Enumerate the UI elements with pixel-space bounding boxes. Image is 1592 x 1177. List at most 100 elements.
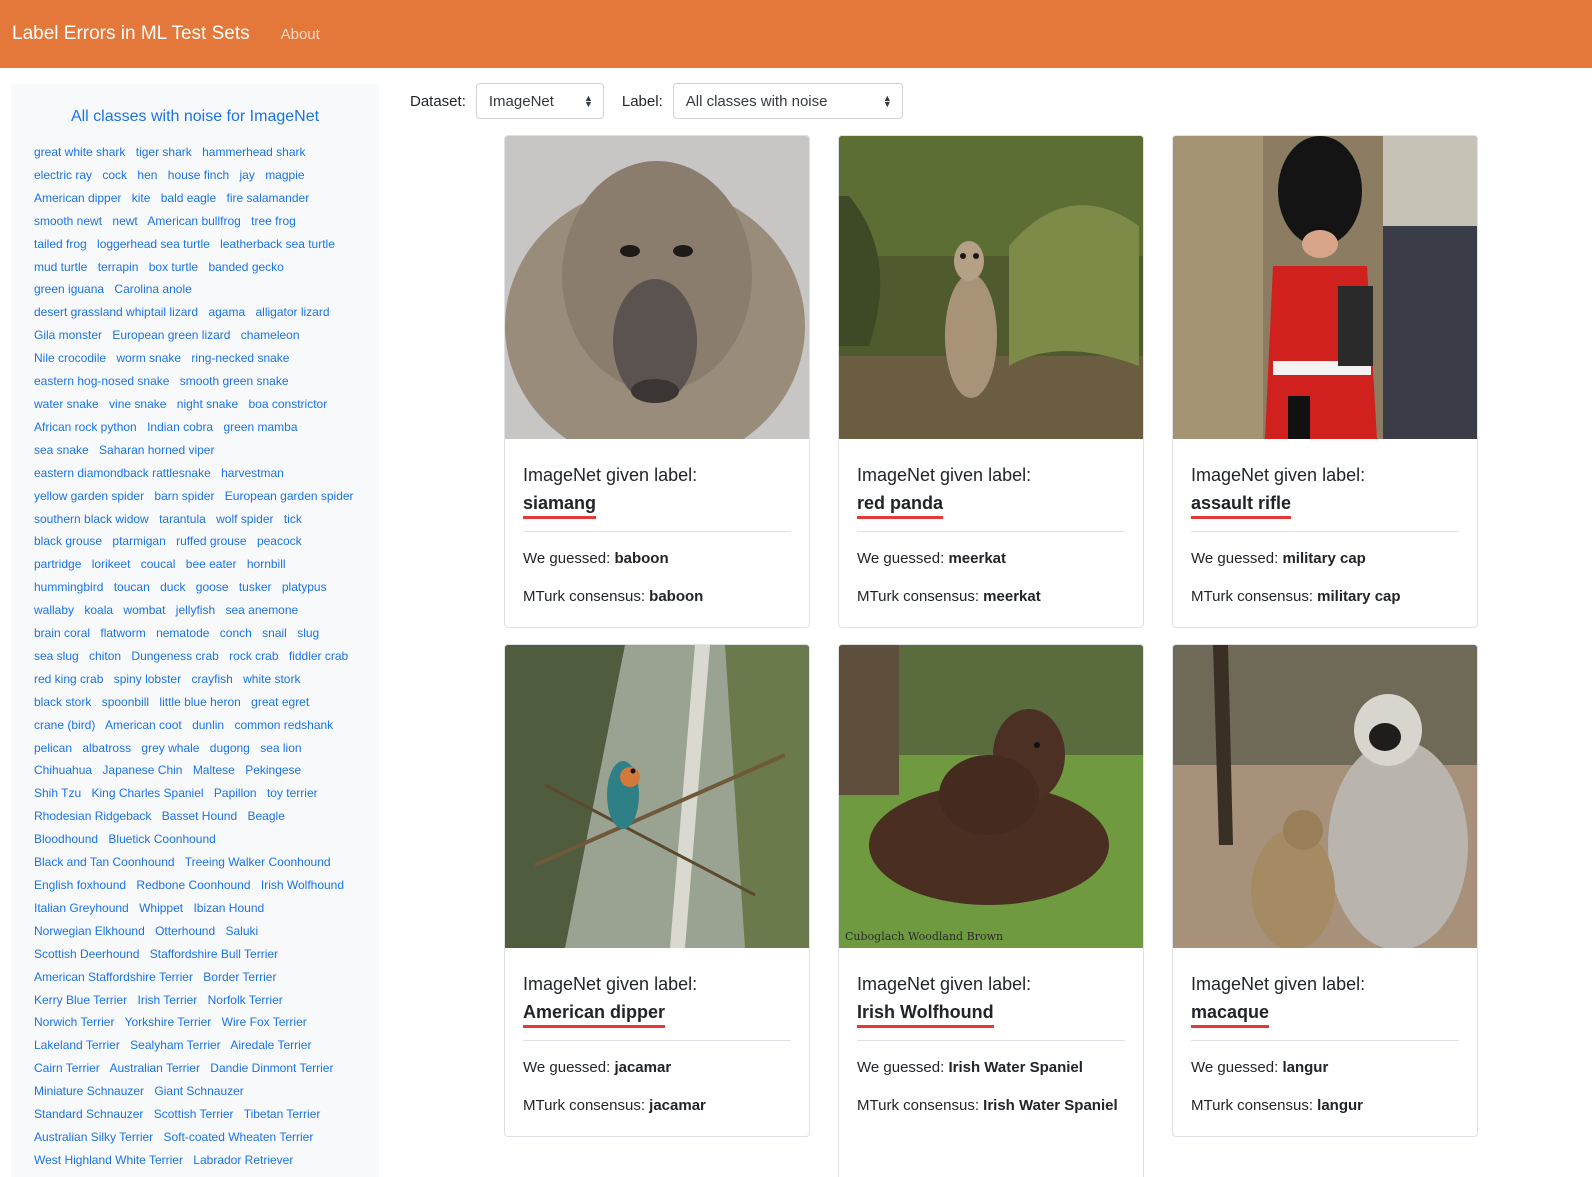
class-link[interactable]: American bullfrog (147, 214, 240, 228)
class-link[interactable]: tarantula (159, 512, 206, 526)
class-link[interactable]: platypus (282, 580, 327, 594)
dataset-select[interactable]: ImageNet ▲ ▼ (475, 83, 604, 119)
class-link[interactable]: Standard Schnauzer (34, 1107, 143, 1121)
class-link[interactable]: tick (284, 512, 302, 526)
class-link[interactable]: great white shark (34, 145, 125, 159)
class-link[interactable]: Whippet (139, 901, 183, 915)
class-link[interactable]: Carolina anole (114, 282, 191, 296)
class-link[interactable]: green mamba (223, 420, 297, 434)
class-link[interactable]: box turtle (149, 260, 198, 274)
class-link[interactable]: dunlin (192, 718, 224, 732)
class-link[interactable]: fiddler crab (289, 649, 348, 663)
class-link[interactable]: English foxhound (34, 878, 126, 892)
class-link[interactable]: West Highland White Terrier (34, 1153, 183, 1167)
class-link[interactable]: newt (112, 214, 137, 228)
class-link[interactable]: kite (132, 191, 151, 205)
class-link[interactable]: albatross (82, 741, 131, 755)
class-link[interactable]: Otterhound (155, 924, 215, 938)
class-link[interactable]: Indian cobra (147, 420, 213, 434)
class-link[interactable]: sea lion (260, 741, 301, 755)
class-link[interactable]: Airedale Terrier (230, 1038, 311, 1052)
class-link[interactable]: jellyfish (176, 603, 215, 617)
brand-link[interactable]: Label Errors in ML Test Sets (12, 23, 250, 45)
class-link[interactable]: alligator lizard (255, 305, 329, 319)
class-link[interactable]: Kerry Blue Terrier (34, 993, 127, 1007)
class-link[interactable]: wallaby (34, 603, 74, 617)
class-link[interactable]: sea anemone (225, 603, 298, 617)
class-link[interactable]: red king crab (34, 672, 103, 686)
class-link[interactable]: European green lizard (112, 328, 230, 342)
class-link[interactable]: peacock (257, 534, 302, 548)
class-link[interactable]: hornbill (247, 557, 286, 571)
class-link[interactable]: chameleon (241, 328, 300, 342)
class-link[interactable]: Lakeland Terrier (34, 1038, 120, 1052)
class-link[interactable]: Saluki (225, 924, 258, 938)
class-link[interactable]: tusker (239, 580, 272, 594)
class-link[interactable]: white stork (243, 672, 300, 686)
class-link[interactable]: mud turtle (34, 260, 87, 274)
class-link[interactable]: magpie (265, 168, 304, 182)
class-link[interactable]: European garden spider (225, 489, 354, 503)
class-link[interactable]: boa constrictor (249, 397, 328, 411)
class-link[interactable]: Treeing Walker Coonhound (185, 855, 331, 869)
class-link[interactable]: Chihuahua (34, 763, 92, 777)
class-link[interactable]: wombat (123, 603, 165, 617)
class-link[interactable]: toucan (114, 580, 150, 594)
class-link[interactable]: Italian Greyhound (34, 901, 129, 915)
class-link[interactable]: crane (bird) (34, 718, 95, 732)
class-link[interactable]: brain coral (34, 626, 90, 640)
class-link[interactable]: ruffed grouse (176, 534, 247, 548)
class-link[interactable]: spiny lobster (114, 672, 181, 686)
class-link[interactable]: sea slug (34, 649, 79, 663)
class-link[interactable]: desert grassland whiptail lizard (34, 305, 198, 319)
class-link[interactable]: Cairn Terrier (34, 1061, 100, 1075)
class-link[interactable]: ptarmigan (112, 534, 165, 548)
class-link[interactable]: Dandie Dinmont Terrier (210, 1061, 333, 1075)
class-link[interactable]: conch (220, 626, 252, 640)
class-link[interactable]: Soft-coated Wheaten Terrier (164, 1130, 314, 1144)
class-link[interactable]: smooth newt (34, 214, 102, 228)
class-link[interactable]: vine snake (109, 397, 166, 411)
class-link[interactable]: Irish Wolfhound (261, 878, 344, 892)
class-link[interactable]: Nile crocodile (34, 351, 106, 365)
class-link[interactable]: eastern diamondback rattlesnake (34, 466, 211, 480)
class-link[interactable]: cock (102, 168, 127, 182)
class-link[interactable]: grey whale (141, 741, 199, 755)
class-link[interactable]: hammerhead shark (202, 145, 305, 159)
class-link[interactable]: smooth green snake (180, 374, 289, 388)
class-link[interactable]: Australian Silky Terrier (34, 1130, 153, 1144)
class-link[interactable]: Papillon (214, 786, 257, 800)
class-link[interactable]: bee eater (186, 557, 237, 571)
class-link[interactable]: flatworm (100, 626, 145, 640)
class-link[interactable]: loggerhead sea turtle (97, 237, 210, 251)
class-link[interactable]: duck (160, 580, 185, 594)
class-link[interactable]: slug (297, 626, 319, 640)
class-link[interactable]: partridge (34, 557, 81, 571)
class-link[interactable]: chiton (89, 649, 121, 663)
class-link[interactable]: Shih Tzu (34, 786, 81, 800)
class-link[interactable]: harvestman (221, 466, 284, 480)
class-link[interactable]: wolf spider (216, 512, 273, 526)
class-link[interactable]: tiger shark (136, 145, 192, 159)
class-link[interactable]: Staffordshire Bull Terrier (150, 947, 278, 961)
class-link[interactable]: hen (137, 168, 157, 182)
class-link[interactable]: terrapin (98, 260, 139, 274)
class-link[interactable]: Redbone Coonhound (136, 878, 250, 892)
class-link[interactable]: Japanese Chin (102, 763, 182, 777)
class-link[interactable]: black grouse (34, 534, 102, 548)
class-link[interactable]: water snake (34, 397, 99, 411)
class-link[interactable]: lorikeet (92, 557, 131, 571)
class-link[interactable]: green iguana (34, 282, 104, 296)
class-link[interactable]: Dungeness crab (131, 649, 218, 663)
class-link[interactable]: house finch (168, 168, 229, 182)
class-link[interactable]: fire salamander (226, 191, 309, 205)
class-link[interactable]: pelican (34, 741, 72, 755)
class-link[interactable]: spoonbill (102, 695, 149, 709)
class-link[interactable]: Basset Hound (162, 809, 237, 823)
class-link[interactable]: Wire Fox Terrier (222, 1015, 307, 1029)
class-link[interactable]: Ibizan Hound (193, 901, 264, 915)
class-link[interactable]: common redshank (234, 718, 333, 732)
class-link[interactable]: Rhodesian Ridgeback (34, 809, 151, 823)
class-link[interactable]: Bluetick Coonhound (108, 832, 215, 846)
class-link[interactable]: barn spider (154, 489, 214, 503)
